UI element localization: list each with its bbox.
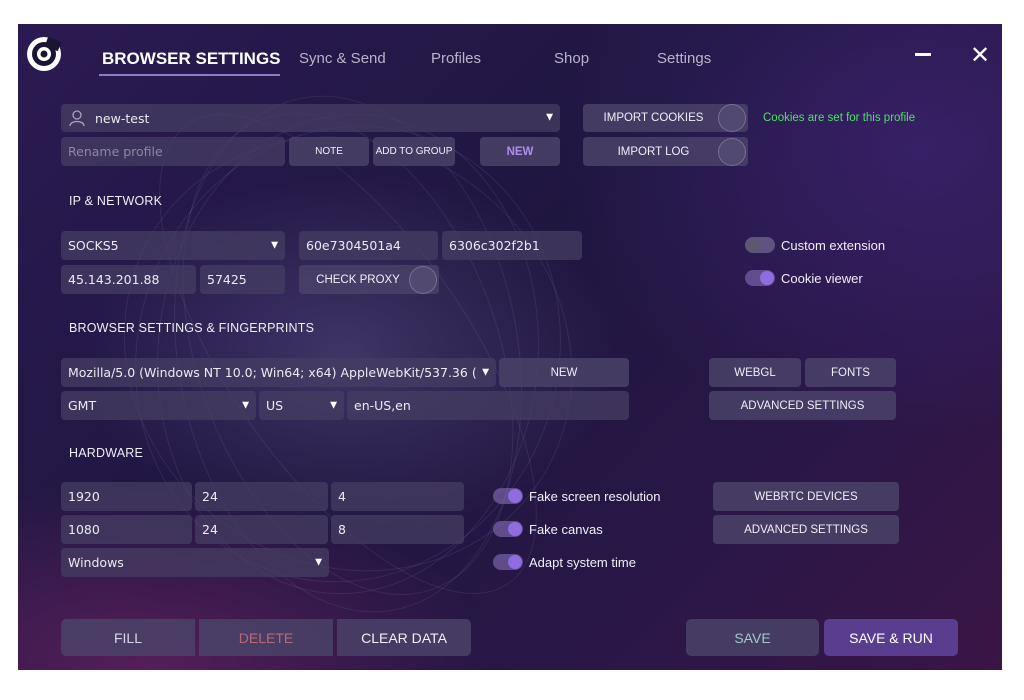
fill-button[interactable]: FILL xyxy=(61,619,195,656)
active-tab-indicator xyxy=(99,74,280,76)
adapt-system-time-label: Adapt system time xyxy=(529,555,636,570)
custom-extension-toggle[interactable] xyxy=(745,237,775,253)
close-button[interactable]: ✕ xyxy=(967,42,993,68)
fake-screen-resolution-toggle[interactable] xyxy=(493,488,523,504)
chevron-down-icon: ▼ xyxy=(242,400,249,410)
import-log-button[interactable]: IMPORT LOG xyxy=(583,137,748,166)
language-input[interactable]: en-US,en xyxy=(347,391,629,420)
screen-width-input[interactable]: 1920 xyxy=(61,482,192,511)
proxy-type-select[interactable]: SOCKS5 ▼ xyxy=(61,231,285,260)
check-proxy-button[interactable]: CHECK PROXY xyxy=(299,265,439,294)
hardware-advanced-settings-button[interactable]: ADVANCED SETTINGS xyxy=(713,515,899,544)
chevron-down-icon: ▼ xyxy=(482,367,489,377)
user-icon xyxy=(69,110,85,127)
timezone-select[interactable]: GMT ▼ xyxy=(61,391,256,420)
tab-browser-settings[interactable]: BROWSER SETTINGS xyxy=(102,49,281,69)
country-value: US xyxy=(266,398,284,413)
chevron-down-icon: ▼ xyxy=(271,240,278,250)
tab-settings[interactable]: Settings xyxy=(657,50,711,67)
ip-network-heading: IP & NETWORK xyxy=(69,194,163,208)
os-select[interactable]: Windows ▼ xyxy=(61,548,329,577)
country-select[interactable]: US ▼ xyxy=(259,391,344,420)
cookie-viewer-toggle[interactable] xyxy=(745,270,775,286)
tab-shop[interactable]: Shop xyxy=(554,50,589,67)
import-log-label: IMPORT LOG xyxy=(617,145,690,158)
proxy-type-value: SOCKS5 xyxy=(68,238,119,253)
rename-profile-input[interactable]: Rename profile xyxy=(61,137,285,166)
chevron-down-icon: ▼ xyxy=(546,112,553,123)
pixel-depth-input[interactable]: 24 xyxy=(195,515,328,544)
close-icon: ✕ xyxy=(969,41,991,69)
profile-select[interactable]: new-test ▼ xyxy=(61,104,560,132)
cookie-viewer-label: Cookie viewer xyxy=(781,271,863,286)
proxy-login-input[interactable]: 60e7304501a4 xyxy=(299,231,438,260)
minimize-button[interactable] xyxy=(910,42,936,68)
new-profile-button[interactable]: NEW xyxy=(480,137,560,166)
proxy-ip-input[interactable]: 45.143.201.88 xyxy=(61,265,196,294)
add-to-group-button[interactable]: ADD TO GROUP xyxy=(373,137,455,166)
fake-canvas-toggle[interactable] xyxy=(493,521,523,537)
globe-icon xyxy=(409,265,437,294)
user-agent-select[interactable]: Mozilla/5.0 (Windows NT 10.0; Win64; x64… xyxy=(61,358,496,387)
proxy-port-input[interactable]: 57425 xyxy=(200,265,285,294)
color-depth-input[interactable]: 24 xyxy=(195,482,328,511)
clear-data-button[interactable]: CLEAR DATA xyxy=(337,619,471,656)
fingerprint-advanced-settings-button[interactable]: ADVANCED SETTINGS xyxy=(709,391,896,420)
proxy-password-input[interactable]: 6306c302f2b1 xyxy=(442,231,582,260)
cookies-status-text: Cookies are set for this profile xyxy=(763,112,916,124)
chevron-down-icon: ▼ xyxy=(330,400,337,410)
chevron-down-icon: ▼ xyxy=(315,557,322,567)
note-button[interactable]: NOTE xyxy=(289,137,369,166)
cookie-icon xyxy=(718,104,746,132)
memory-input[interactable]: 8 xyxy=(331,515,464,544)
profile-name: new-test xyxy=(95,110,150,126)
browser-settings-window: BROWSER SETTINGS Sync & Send Profiles Sh… xyxy=(18,24,1002,670)
user-agent-value: Mozilla/5.0 (Windows NT 10.0; Win64; x64… xyxy=(68,365,478,380)
save-and-run-button[interactable]: SAVE & RUN xyxy=(824,619,958,656)
check-proxy-label: CHECK PROXY xyxy=(316,273,400,286)
new-user-agent-button[interactable]: NEW xyxy=(499,358,629,387)
app-logo-icon xyxy=(27,36,62,71)
timezone-value: GMT xyxy=(68,398,97,413)
tab-sync-send[interactable]: Sync & Send xyxy=(299,50,386,67)
custom-extension-label: Custom extension xyxy=(781,238,886,253)
os-value: Windows xyxy=(68,555,124,570)
cpu-cores-input[interactable]: 4 xyxy=(331,482,464,511)
adapt-system-time-toggle[interactable] xyxy=(493,554,523,570)
webrtc-devices-button[interactable]: WEBRTC DEVICES xyxy=(713,482,899,511)
fake-canvas-label: Fake canvas xyxy=(529,522,603,537)
tab-profiles[interactable]: Profiles xyxy=(431,50,481,67)
import-cookies-label: IMPORT COOKIES xyxy=(603,112,704,124)
fake-screen-resolution-label: Fake screen resolution xyxy=(529,489,661,504)
minimize-icon xyxy=(915,53,931,56)
screen-height-input[interactable]: 1080 xyxy=(61,515,192,544)
save-button[interactable]: SAVE xyxy=(686,619,819,656)
webgl-button[interactable]: WEBGL xyxy=(709,358,801,387)
fingerprints-heading: BROWSER SETTINGS & FINGERPRINTS xyxy=(69,321,315,335)
delete-button[interactable]: DELETE xyxy=(199,619,333,656)
hardware-heading: HARDWARE xyxy=(69,446,144,460)
import-cookies-button[interactable]: IMPORT COOKIES xyxy=(583,104,748,132)
fonts-button[interactable]: FONTS xyxy=(805,358,896,387)
import-arrow-icon xyxy=(718,137,746,166)
